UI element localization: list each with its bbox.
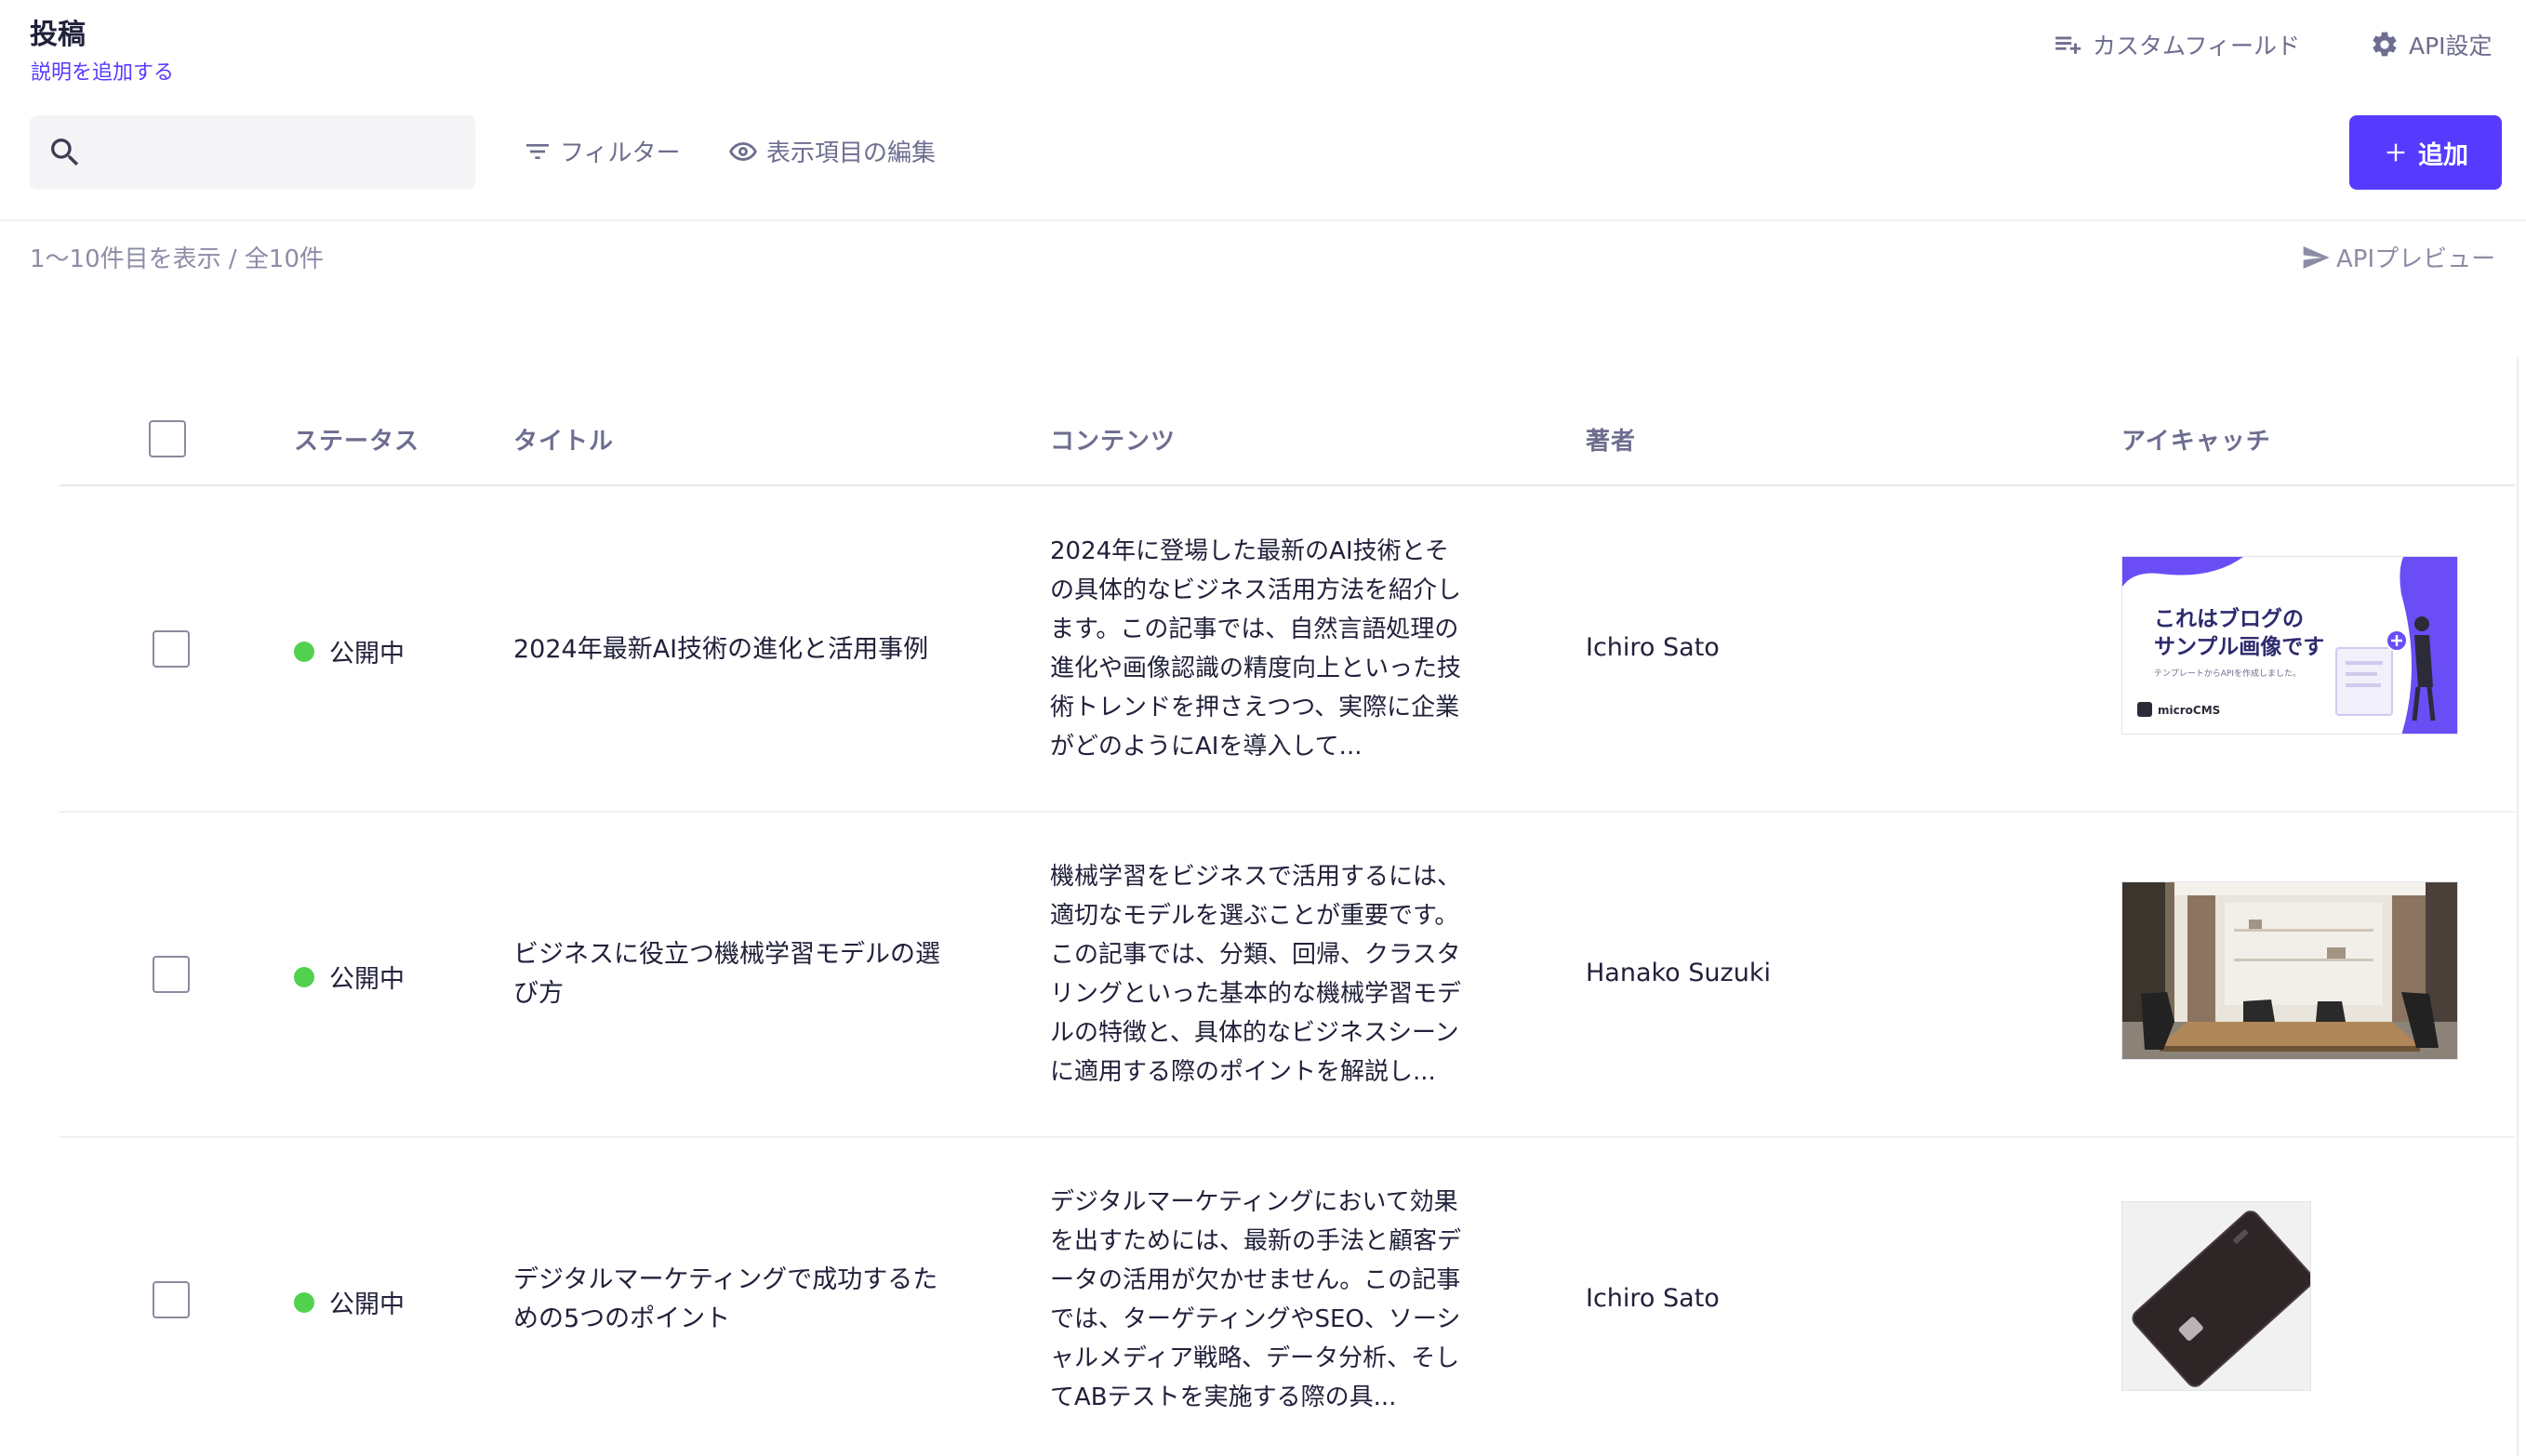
status-badge: 公開中 xyxy=(294,959,405,995)
title-line: ビジネスに役立つ機械学習モデルの選 xyxy=(513,940,940,969)
content-line: 適切なモデルを選ぶことが重要です。 xyxy=(1050,902,1459,930)
plus-icon xyxy=(2386,143,2405,162)
office-photo-image xyxy=(2122,882,2457,1059)
content-line: ータの活用が欠かせません。この記事 xyxy=(1050,1266,1461,1294)
column-header-status[interactable]: ステータス xyxy=(294,422,419,457)
blog-sample-image: これはブログの サンプル画像です テンプレートからAPIを作成しました。 mic… xyxy=(2122,557,2457,734)
content-line: ルの特徴と、具体的なビジネスシーン xyxy=(1050,1019,1459,1047)
content-line: 機械学習をビジネスで活用するには、 xyxy=(1050,863,1462,891)
table-header-divider xyxy=(60,484,2515,486)
page-title: 投稿 xyxy=(30,19,86,51)
status-dot xyxy=(294,966,314,987)
content-line: てABテストを実施する際の具... xyxy=(1050,1383,1397,1411)
playlist-add-icon xyxy=(2055,36,2081,54)
status-dot xyxy=(294,1291,314,1313)
search-icon xyxy=(51,139,79,166)
title-line: めの5つのポイント xyxy=(513,1304,731,1333)
row-divider xyxy=(60,1136,2515,1138)
content-line: 2024年に登場した最新のAI技術とそ xyxy=(1050,537,1449,565)
edit-columns-button[interactable]: 表示項目の編集 xyxy=(727,134,936,168)
gear-icon xyxy=(2373,32,2397,57)
row-title[interactable]: デジタルマーケティングで成功するた めの5つのポイント xyxy=(513,1261,978,1339)
api-preview-link[interactable]: APIプレビュー xyxy=(2301,240,2495,274)
status-label: 公開中 xyxy=(329,965,405,994)
add-description-link[interactable]: 説明を追加する xyxy=(31,56,174,86)
column-header-author[interactable]: 著者 xyxy=(1586,422,1636,457)
custom-fields-link[interactable]: カスタムフィールド xyxy=(2052,28,2300,61)
row-content: デジタルマーケティングにおいて効果 を出すためには、最新の手法と顧客デ ータの活… xyxy=(1050,1183,1515,1417)
add-button[interactable]: 追加 xyxy=(2349,115,2502,190)
row-checkbox[interactable] xyxy=(153,630,190,668)
title-line: び方 xyxy=(513,979,564,1008)
filter-label: フィルター xyxy=(560,139,681,167)
thumb-small-text: テンプレートからAPIを作成しました。 xyxy=(2154,668,2301,679)
row-divider xyxy=(60,811,2515,813)
row-author: Ichiro Sato xyxy=(1586,633,1720,662)
search-box[interactable] xyxy=(30,115,475,192)
content-line: では、ターゲティングやSEO、ソーシ xyxy=(1050,1305,1461,1333)
column-header-eyecatch[interactable]: アイキャッチ xyxy=(2121,422,2271,457)
title-line: 2024年最新AI技術の進化と活用事例 xyxy=(513,635,929,664)
row-title[interactable]: 2024年最新AI技術の進化と活用事例 xyxy=(513,630,978,669)
status-dot xyxy=(294,641,314,662)
search-input[interactable] xyxy=(100,115,467,192)
api-preview-label: APIプレビュー xyxy=(2336,245,2496,273)
status-badge: 公開中 xyxy=(294,1284,405,1320)
content-table: ステータス タイトル コンテンツ 著者 アイキャッチ 公開中 2024年最新AI… xyxy=(60,361,2515,1456)
result-count: 1〜10件目を表示 / 全10件 xyxy=(30,245,324,273)
custom-fields-label: カスタムフィールド xyxy=(2093,33,2301,60)
add-label: 追加 xyxy=(2418,140,2468,170)
toolbar-divider xyxy=(0,219,2526,221)
column-header-content[interactable]: コンテンツ xyxy=(1050,422,1176,457)
row-checkbox[interactable] xyxy=(153,956,190,993)
select-all-checkbox[interactable] xyxy=(149,420,186,457)
row-title[interactable]: ビジネスに役立つ機械学習モデルの選 び方 xyxy=(513,935,978,1013)
content-line: ャルメディア戦略、データ分析、そし xyxy=(1050,1344,1460,1372)
filter-icon xyxy=(526,143,549,159)
status-badge: 公開中 xyxy=(294,633,405,669)
filter-button[interactable]: フィルター xyxy=(523,134,680,168)
title-line: デジタルマーケティングで成功するた xyxy=(513,1265,938,1294)
row-content: 2024年に登場した最新のAI技術とそ の具体的なビジネス活用方法を紹介し ます… xyxy=(1050,532,1515,766)
eyecatch-thumbnail[interactable] xyxy=(2121,881,2458,1060)
edit-columns-label: 表示項目の編集 xyxy=(766,139,937,167)
content-line: の具体的なビジネス活用方法を紹介し xyxy=(1050,576,1462,604)
thumb-brand: microCMS xyxy=(2158,704,2220,717)
content-line: 進化や画像認識の精度向上といった技 xyxy=(1050,655,1462,682)
status-label: 公開中 xyxy=(329,640,405,668)
content-line: この記事では、分類、回帰、クラスタ xyxy=(1050,941,1461,969)
api-settings-link[interactable]: API設定 xyxy=(2370,28,2493,61)
send-icon xyxy=(2303,245,2330,269)
content-line: がどのようにAIを導入して... xyxy=(1050,733,1363,761)
eye-icon xyxy=(729,141,757,161)
card-photo-image xyxy=(2122,1202,2310,1390)
api-settings-label: API設定 xyxy=(2409,33,2493,60)
table-scroll-edge xyxy=(2517,357,2519,1456)
thumb-text: サンプル画像です xyxy=(2154,634,2324,659)
eyecatch-thumbnail[interactable]: これはブログの サンプル画像です テンプレートからAPIを作成しました。 mic… xyxy=(2121,556,2458,735)
row-content: 機械学習をビジネスで活用するには、 適切なモデルを選ぶことが重要です。 この記事… xyxy=(1050,857,1515,1092)
content-line: 術トレンドを押さえつつ、実際に企業 xyxy=(1050,694,1460,721)
eyecatch-thumbnail[interactable] xyxy=(2121,1201,2311,1391)
content-line: に適用する際のポイントを解説し... xyxy=(1050,1058,1436,1086)
row-author: Hanako Suzuki xyxy=(1586,959,1771,987)
content-line: ます。この記事では、自然言語処理の xyxy=(1050,615,1459,643)
content-line: デジタルマーケティングにおいて効果 xyxy=(1050,1188,1458,1216)
column-header-title[interactable]: タイトル xyxy=(513,422,614,457)
row-checkbox[interactable] xyxy=(153,1281,190,1318)
thumb-text: これはブログの xyxy=(2154,606,2304,631)
content-line: リングといった基本的な機械学習モデ xyxy=(1050,980,1462,1008)
row-author: Ichiro Sato xyxy=(1586,1284,1720,1313)
status-label: 公開中 xyxy=(329,1291,405,1319)
content-line: を出すためには、最新の手法と顧客デ xyxy=(1050,1227,1462,1255)
